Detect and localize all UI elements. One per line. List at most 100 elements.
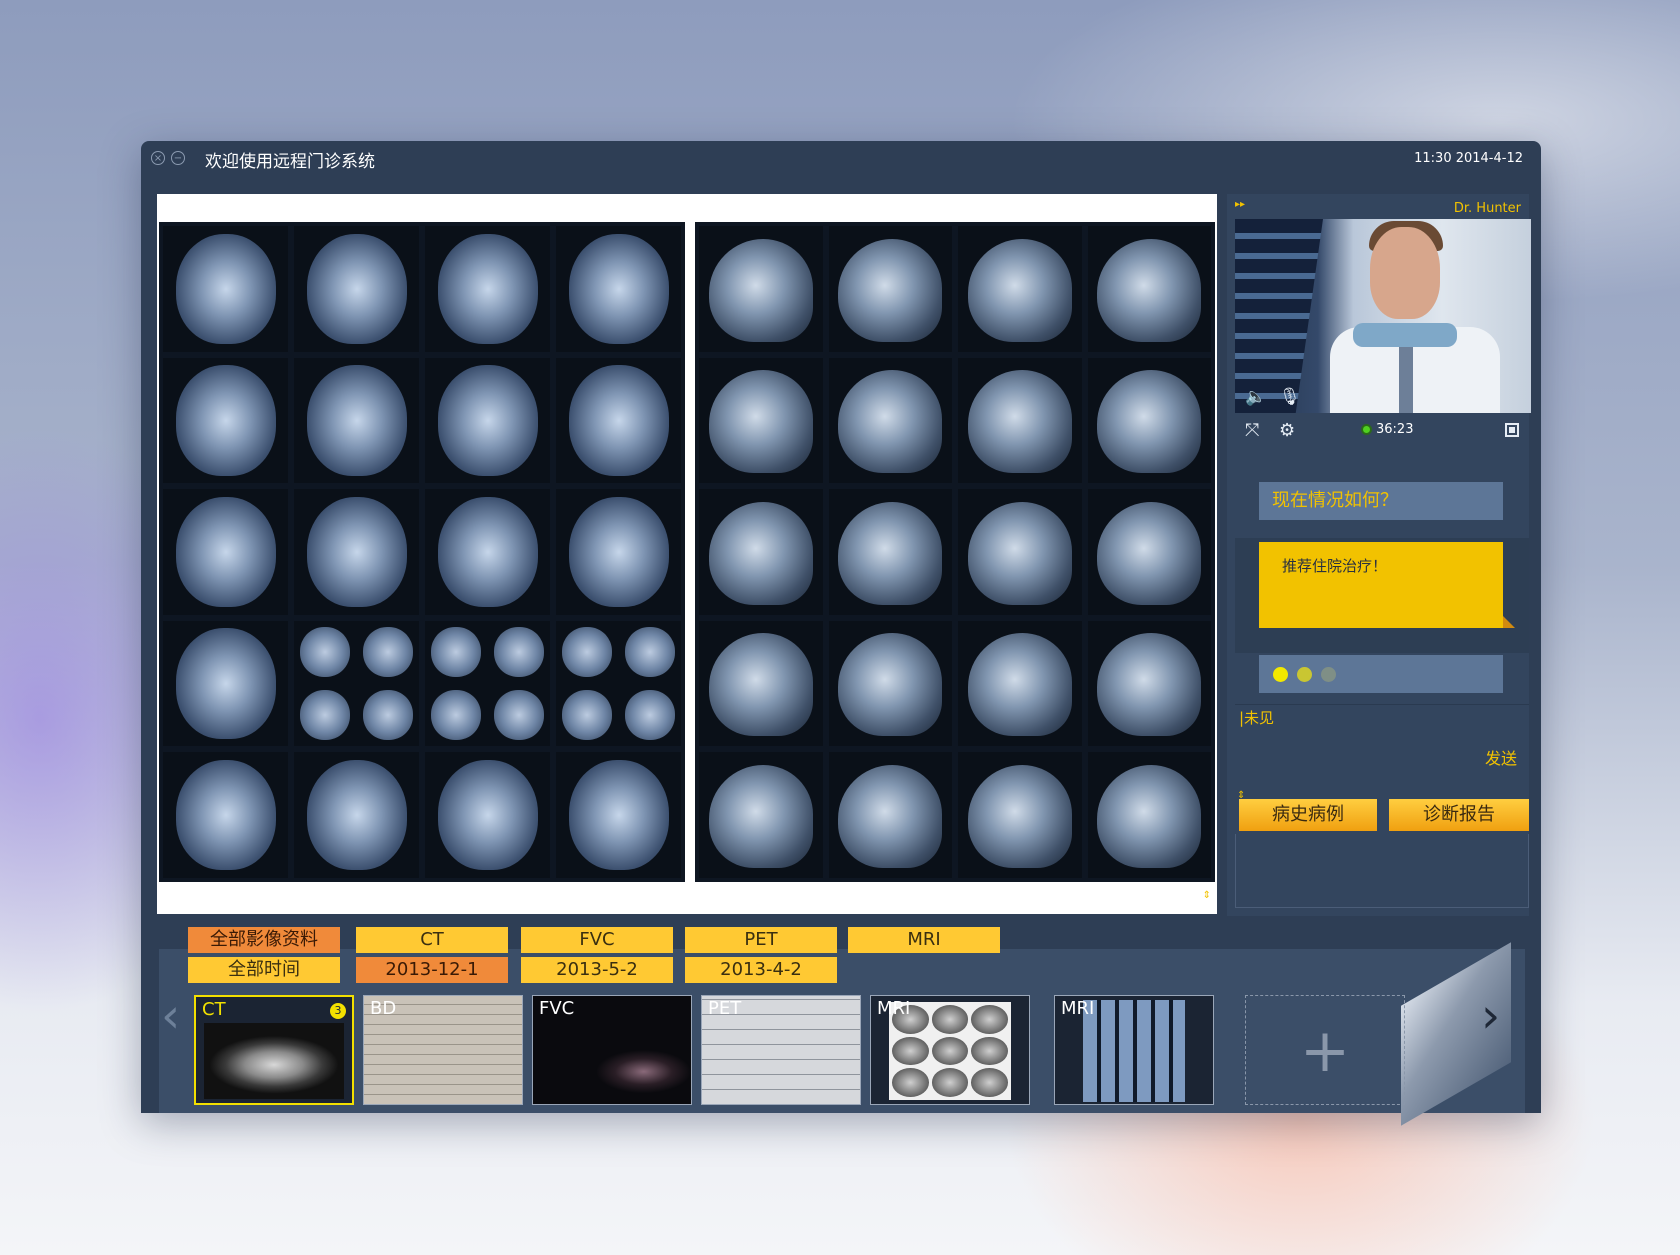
chat-reply-container: 推荐住院治疗！ bbox=[1235, 538, 1529, 653]
settings-icon[interactable]: ⚙ bbox=[1279, 420, 1295, 441]
axial-scan-slice bbox=[294, 226, 419, 352]
sagittal-scan-slice bbox=[828, 620, 952, 747]
thumbnail-label: MRI bbox=[1061, 998, 1095, 1019]
chat-input-text[interactable]: |未见 bbox=[1239, 707, 1274, 728]
minimize-icon[interactable]: − bbox=[171, 151, 185, 165]
thumbnail-mri-2[interactable]: MRI bbox=[1054, 995, 1214, 1105]
thumbnail-mri-1[interactable]: MRI bbox=[870, 995, 1030, 1105]
thumbnail-label: CT bbox=[202, 999, 226, 1020]
typing-dot bbox=[1297, 667, 1312, 682]
filter-date-2013-4-2[interactable]: 2013-4-2 bbox=[685, 957, 837, 983]
doctor-tie bbox=[1399, 347, 1413, 413]
doctor-face bbox=[1370, 227, 1440, 319]
video-header: ▸▸ Dr. Hunter bbox=[1235, 199, 1529, 216]
axial-scan-slice bbox=[294, 620, 419, 747]
sagittal-scan-slice bbox=[1087, 489, 1211, 615]
video-feed[interactable]: 🔈 🎙 bbox=[1235, 219, 1531, 413]
stop-icon[interactable] bbox=[1505, 423, 1519, 437]
typing-indicator bbox=[1259, 655, 1503, 693]
filter-fvc[interactable]: FVC bbox=[521, 927, 673, 953]
typing-dot bbox=[1273, 667, 1288, 682]
thumbnail-ct[interactable]: CT 3 bbox=[194, 995, 354, 1105]
filter-ct[interactable]: CT bbox=[356, 927, 508, 953]
sagittal-scan-slice bbox=[958, 620, 1082, 747]
doctor-mask bbox=[1353, 323, 1457, 347]
chat-input[interactable]: |未见 发送 bbox=[1235, 704, 1529, 777]
main-window: × − 欢迎使用远程门诊系统 11:30 2014-4-12 ⇕ ◂◂ ✎ T … bbox=[141, 141, 1541, 1126]
title-bar: × − 欢迎使用远程门诊系统 11:30 2014-4-12 bbox=[141, 141, 1541, 179]
sagittal-scan-slice bbox=[699, 357, 823, 484]
image-viewer[interactable] bbox=[157, 194, 1217, 904]
sagittal-scan-slice bbox=[828, 489, 952, 615]
microphone-icon[interactable]: 🎙 bbox=[1279, 387, 1301, 407]
thumbnail-label: BD bbox=[370, 998, 397, 1019]
filter-date-2013-12-1[interactable]: 2013-12-1 bbox=[356, 957, 508, 983]
video-controls: ⤧ ⚙ 36:23 bbox=[1235, 416, 1531, 444]
thumbnail-bd[interactable]: BD bbox=[363, 995, 523, 1105]
sagittal-scan-slice bbox=[1087, 752, 1211, 878]
resize-handle-icon[interactable]: ⇕ bbox=[1203, 890, 1211, 901]
typing-dot bbox=[1321, 667, 1336, 682]
thumbnail-label: PET bbox=[708, 998, 742, 1019]
sagittal-scan-slice bbox=[828, 357, 952, 484]
thumbnail-pet[interactable]: PET bbox=[701, 995, 861, 1105]
sagittal-scan-slice bbox=[828, 226, 952, 352]
axial-scan-slice bbox=[556, 752, 681, 878]
axial-scan-slice bbox=[556, 226, 681, 352]
axial-scan-slice bbox=[425, 620, 550, 747]
axial-scan-slice bbox=[294, 752, 419, 878]
add-image-button[interactable]: + bbox=[1245, 995, 1405, 1105]
sagittal-scan-slice bbox=[699, 226, 823, 352]
doctor-name: Dr. Hunter bbox=[1453, 201, 1521, 216]
chat-message-outgoing: 推荐住院治疗！ bbox=[1259, 542, 1515, 628]
axial-scan-slice bbox=[163, 226, 288, 352]
sagittal-scan-slice bbox=[1087, 620, 1211, 747]
sagittal-scan-slice bbox=[958, 752, 1082, 878]
xray-films-background bbox=[1235, 219, 1323, 413]
axial-scan-slice bbox=[163, 752, 288, 878]
filter-pet[interactable]: PET bbox=[685, 927, 837, 953]
axial-scan-slice bbox=[425, 752, 550, 878]
sagittal-scan-slice bbox=[699, 489, 823, 615]
call-time: 36:23 bbox=[1376, 422, 1414, 437]
scroll-left-icon[interactable]: ‹ bbox=[161, 986, 183, 1046]
viewer-footer: ⇕ bbox=[157, 890, 1217, 914]
thumbnail-fvc[interactable]: FVC bbox=[532, 995, 692, 1105]
sagittal-scan-slice bbox=[1087, 226, 1211, 352]
axial-scan-slice bbox=[556, 620, 681, 747]
axial-scan-sheet[interactable] bbox=[159, 222, 685, 882]
window-title: 欢迎使用远程门诊系统 bbox=[205, 152, 375, 172]
axial-scan-slice bbox=[556, 357, 681, 484]
speaker-icon[interactable]: 🔈 bbox=[1245, 387, 1266, 407]
call-timer: 36:23 bbox=[1361, 422, 1413, 437]
filter-date-2013-5-2[interactable]: 2013-5-2 bbox=[521, 957, 673, 983]
expand-right-icon[interactable]: ▸▸ bbox=[1235, 199, 1245, 210]
diagnosis-report-button[interactable]: 诊断报告 bbox=[1389, 799, 1529, 831]
axial-scan-slice bbox=[163, 620, 288, 747]
close-icon[interactable]: × bbox=[151, 151, 165, 165]
ct-scan-image bbox=[204, 1023, 344, 1099]
filter-all-images[interactable]: 全部影像资料 bbox=[188, 927, 340, 953]
count-badge: 3 bbox=[330, 1003, 346, 1019]
fullscreen-icon[interactable]: ⤧ bbox=[1245, 420, 1259, 441]
medical-history-button[interactable]: 病史病例 bbox=[1239, 799, 1377, 831]
sagittal-scan-slice bbox=[699, 752, 823, 878]
plus-icon: + bbox=[1299, 1016, 1351, 1086]
sagittal-scan-slice bbox=[958, 489, 1082, 615]
sagittal-scan-slice bbox=[958, 226, 1082, 352]
sagittal-scan-sheet[interactable] bbox=[695, 222, 1215, 882]
axial-scan-slice bbox=[556, 489, 681, 615]
live-status-dot bbox=[1361, 424, 1372, 435]
sagittal-scan-slice bbox=[828, 752, 952, 878]
clock: 11:30 2014-4-12 bbox=[1414, 151, 1523, 166]
axial-scan-slice bbox=[163, 489, 288, 615]
sagittal-scan-slice bbox=[699, 620, 823, 747]
mri-series-image bbox=[1083, 1000, 1185, 1102]
axial-scan-slice bbox=[294, 489, 419, 615]
axial-scan-slice bbox=[425, 357, 550, 484]
filter-mri[interactable]: MRI bbox=[848, 927, 1000, 953]
scroll-right-icon[interactable]: › bbox=[1481, 986, 1500, 1046]
consultation-panel: ▸▸ Dr. Hunter 🔈 🎙 ⤧ ⚙ 36:23 现在情况如何？ 推荐住院… bbox=[1227, 194, 1531, 916]
filter-all-dates[interactable]: 全部时间 bbox=[188, 957, 340, 983]
send-button[interactable]: 发送 bbox=[1485, 745, 1517, 769]
